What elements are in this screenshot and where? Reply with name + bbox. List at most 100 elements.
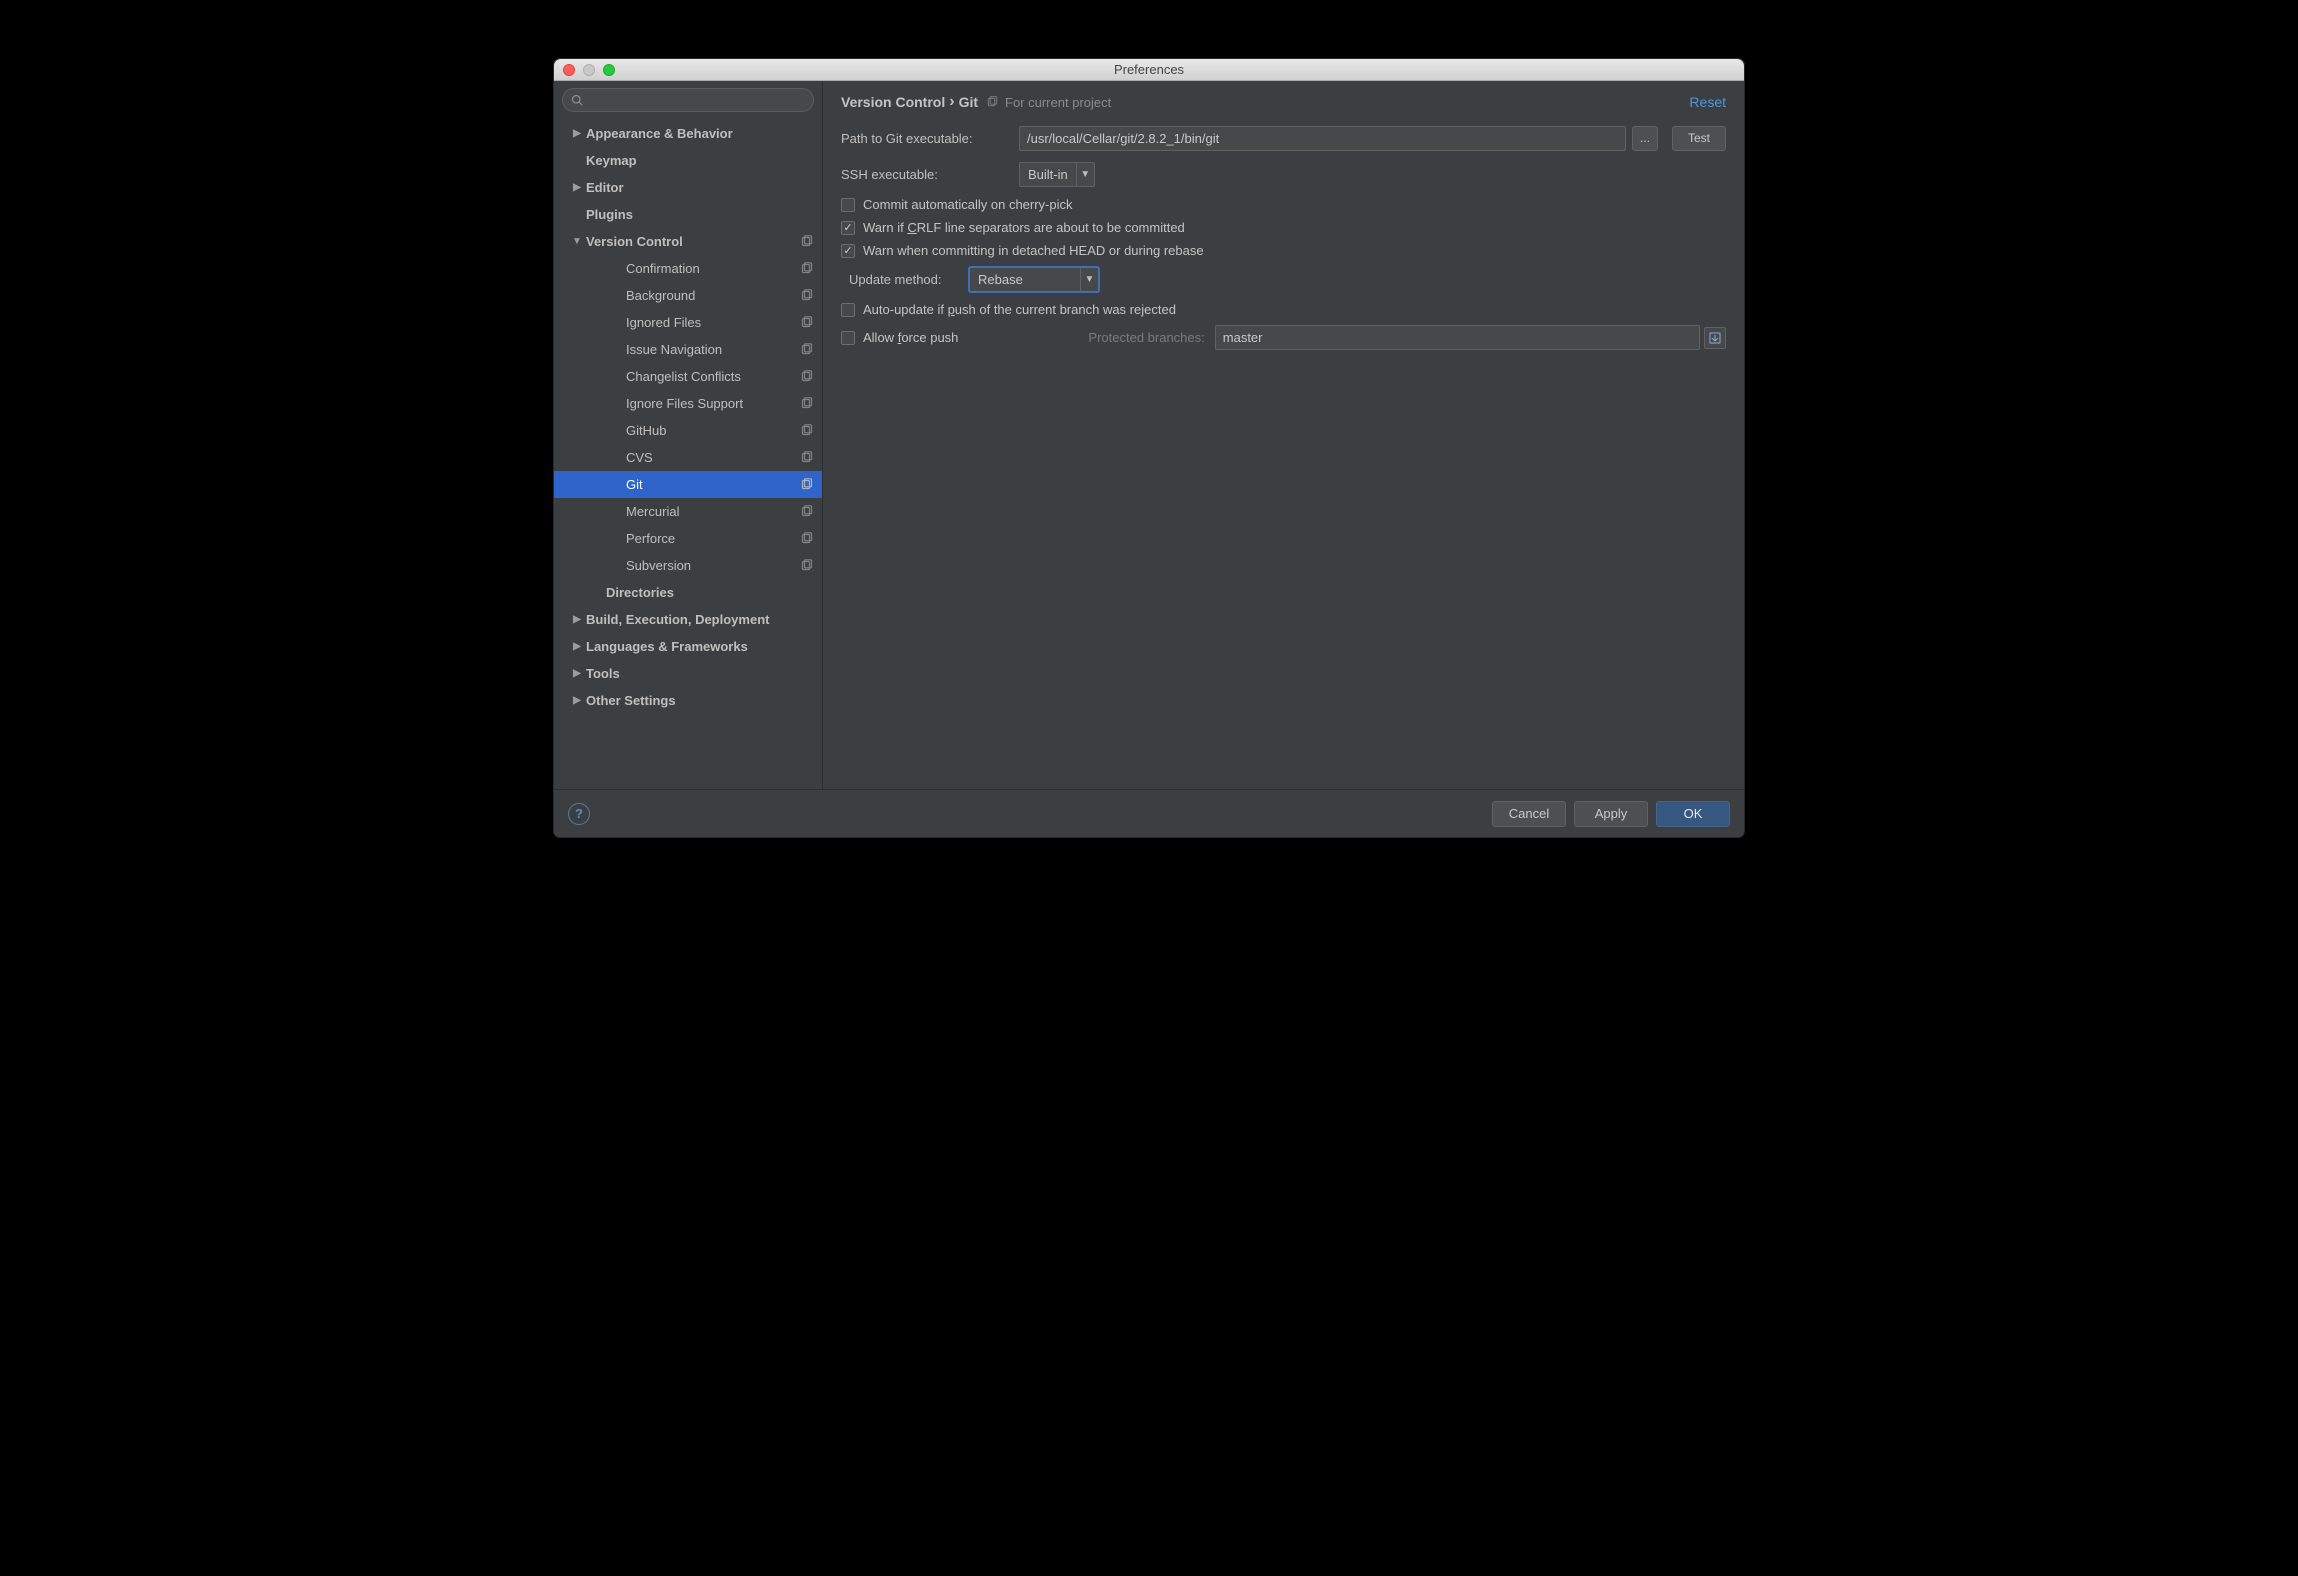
help-button[interactable]: ? [568,803,590,825]
warn-detached-checkbox[interactable] [841,244,855,258]
sidebar-item-label: Editor [586,180,814,195]
sidebar-item-keymap[interactable]: Keymap [554,147,822,174]
git-test-button[interactable]: Test [1672,126,1726,151]
sidebar-item-label: Tools [586,666,814,681]
sidebar-item-ignore-files-support[interactable]: Ignore Files Support [554,390,822,417]
sidebar-item-mercurial[interactable]: Mercurial [554,498,822,525]
ssh-executable-label: SSH executable: [841,167,1019,182]
protected-branches-input[interactable] [1215,325,1700,350]
warn-crlf-label: Warn if CRLF line separators are about t… [863,220,1185,235]
reset-link[interactable]: Reset [1689,94,1726,110]
sidebar-item-label: GitHub [626,423,794,438]
sidebar-item-subversion[interactable]: Subversion [554,552,822,579]
project-scope-icon [800,289,814,303]
sidebar-item-label: Background [626,288,794,303]
sidebar-item-label: Subversion [626,558,794,573]
cancel-button[interactable]: Cancel [1492,801,1566,827]
sidebar-item-label: Plugins [586,207,814,222]
sidebar-item-plugins[interactable]: Plugins [554,201,822,228]
sidebar-item-languages-frameworks[interactable]: ▶Languages & Frameworks [554,633,822,660]
preferences-window: Preferences ▶Appearance & BehaviorKeymap… [553,58,1745,838]
sidebar-item-appearance-behavior[interactable]: ▶Appearance & Behavior [554,120,822,147]
sidebar-item-confirmation[interactable]: Confirmation [554,255,822,282]
sidebar-item-label: Build, Execution, Deployment [586,612,814,627]
breadcrumb-root: Version Control [841,94,945,110]
cherry-pick-label: Commit automatically on cherry-pick [863,197,1073,212]
window-title: Preferences [554,62,1744,77]
ok-button[interactable]: OK [1656,801,1730,827]
breadcrumb-leaf: Git [959,94,978,110]
project-scope-icon [800,559,814,573]
sidebar-item-directories[interactable]: Directories [554,579,822,606]
tree-arrow-icon: ▶ [568,614,586,625]
breadcrumb-separator: › [949,93,954,111]
git-path-input[interactable] [1019,126,1626,151]
ssh-executable-select[interactable]: Built-in ▼ [1019,162,1095,187]
dialog-footer: ? Cancel Apply OK [554,789,1744,837]
tree-arrow-icon: ▶ [568,182,586,193]
settings-content: Version Control › Git For current projec… [823,81,1744,789]
project-scope-icon [800,262,814,276]
titlebar: Preferences [554,59,1744,81]
cherry-pick-checkbox[interactable] [841,198,855,212]
sidebar-item-label: Issue Navigation [626,342,794,357]
sidebar-item-issue-navigation[interactable]: Issue Navigation [554,336,822,363]
sidebar-item-label: Perforce [626,531,794,546]
sidebar-item-label: Appearance & Behavior [586,126,814,141]
project-scope-icon [800,316,814,330]
protected-branches-expand-button[interactable] [1704,327,1726,349]
apply-button[interactable]: Apply [1574,801,1648,827]
allow-force-push-label: Allow force push [863,330,958,345]
project-scope-icon [800,532,814,546]
sidebar-item-label: Other Settings [586,693,814,708]
sidebar-item-github[interactable]: GitHub [554,417,822,444]
sidebar-item-editor[interactable]: ▶Editor [554,174,822,201]
sidebar-item-label: Confirmation [626,261,794,276]
settings-search-input[interactable] [589,93,805,107]
sidebar-item-label: Git [626,477,794,492]
update-method-select[interactable]: Rebase ▼ [969,267,1099,292]
scope-label: For current project [1005,95,1111,110]
search-icon [571,94,583,106]
sidebar-item-ignored-files[interactable]: Ignored Files [554,309,822,336]
auto-update-push-label: Auto-update if push of the current branc… [863,302,1176,317]
settings-tree[interactable]: ▶Appearance & BehaviorKeymap▶EditorPlugi… [554,118,822,789]
project-scope-icon [800,451,814,465]
sidebar-item-git[interactable]: Git [554,471,822,498]
sidebar-item-background[interactable]: Background [554,282,822,309]
project-scope-icon [800,478,814,492]
tree-arrow-icon: ▶ [568,668,586,679]
warn-crlf-checkbox[interactable] [841,221,855,235]
settings-sidebar: ▶Appearance & BehaviorKeymap▶EditorPlugi… [554,81,823,789]
project-scope-icon [986,96,999,109]
settings-search[interactable] [562,88,814,112]
tree-arrow-icon: ▶ [568,128,586,139]
sidebar-item-other-settings[interactable]: ▶Other Settings [554,687,822,714]
sidebar-item-build-execution-deployment[interactable]: ▶Build, Execution, Deployment [554,606,822,633]
sidebar-item-version-control[interactable]: ▼Version Control [554,228,822,255]
sidebar-item-label: Mercurial [626,504,794,519]
auto-update-push-checkbox[interactable] [841,303,855,317]
git-path-browse-button[interactable]: ... [1632,126,1658,151]
project-scope-icon [800,397,814,411]
tree-arrow-icon: ▶ [568,695,586,706]
chevron-down-icon: ▼ [1080,268,1098,291]
sidebar-item-label: Ignored Files [626,315,794,330]
warn-detached-label: Warn when committing in detached HEAD or… [863,243,1204,258]
expand-icon [1709,332,1721,344]
sidebar-item-label: CVS [626,450,794,465]
git-path-label: Path to Git executable: [841,131,1019,146]
sidebar-item-perforce[interactable]: Perforce [554,525,822,552]
project-scope-icon [800,235,814,249]
allow-force-push-checkbox[interactable] [841,331,855,345]
update-method-value: Rebase [970,272,1080,287]
sidebar-item-changelist-conflicts[interactable]: Changelist Conflicts [554,363,822,390]
protected-branches-label: Protected branches: [1088,330,1204,345]
sidebar-item-label: Keymap [586,153,814,168]
project-scope-icon [800,424,814,438]
ssh-executable-value: Built-in [1020,167,1076,182]
sidebar-item-label: Languages & Frameworks [586,639,814,654]
sidebar-item-cvs[interactable]: CVS [554,444,822,471]
sidebar-item-label: Changelist Conflicts [626,369,794,384]
sidebar-item-tools[interactable]: ▶Tools [554,660,822,687]
